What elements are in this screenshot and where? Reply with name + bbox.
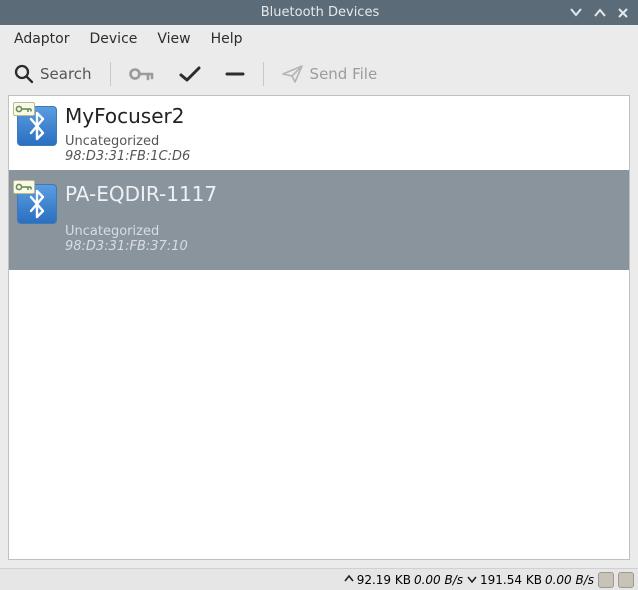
device-category: Uncategorized xyxy=(65,134,190,149)
device-name: MyFocuser2 xyxy=(65,104,190,128)
device-list[interactable]: MyFocuser2 Uncategorized 98:D3:31:FB:1C:… xyxy=(8,95,630,560)
toolbar-separator xyxy=(110,62,111,86)
download-bytes: 191.54 KB xyxy=(480,573,542,587)
paper-plane-icon xyxy=(282,64,304,84)
device-list-wrap: MyFocuser2 Uncategorized 98:D3:31:FB:1C:… xyxy=(0,95,638,568)
search-label: Search xyxy=(40,65,92,83)
menu-help[interactable]: Help xyxy=(203,29,251,49)
paired-badge-icon xyxy=(13,102,35,116)
send-file-button[interactable]: Send File xyxy=(276,60,384,88)
pair-button[interactable] xyxy=(123,61,161,87)
tray-icon[interactable] xyxy=(618,572,634,588)
menu-bar: Adaptor Device View Help xyxy=(0,25,638,53)
upload-rate: 0.00 B/s xyxy=(414,573,463,587)
status-bar: 92.19 KB 0.00 B/s 191.54 KB 0.00 B/s xyxy=(0,568,638,590)
bluetooth-device-icon xyxy=(17,184,57,224)
device-row[interactable]: MyFocuser2 Uncategorized 98:D3:31:FB:1C:… xyxy=(9,96,629,170)
close-button[interactable] xyxy=(618,8,628,18)
bluetooth-device-icon xyxy=(17,106,57,146)
minus-icon xyxy=(225,65,245,83)
menu-view[interactable]: View xyxy=(149,29,198,49)
download-rate: 0.00 B/s xyxy=(545,573,594,587)
key-icon xyxy=(129,65,155,83)
upload-icon xyxy=(344,573,354,587)
paired-badge-icon xyxy=(13,180,35,194)
search-button[interactable]: Search xyxy=(8,60,98,88)
toolbar-separator xyxy=(263,62,264,86)
download-icon xyxy=(467,573,477,587)
check-icon xyxy=(179,65,201,83)
device-name: PA-EQDIR-1117 xyxy=(65,182,217,206)
upload-bytes: 92.19 KB xyxy=(357,573,411,587)
menu-adaptor[interactable]: Adaptor xyxy=(6,29,78,49)
device-address: 98:D3:31:FB:1C:D6 xyxy=(65,149,190,164)
window-title: Bluetooth Devices xyxy=(80,5,560,20)
toolbar: Search Send File xyxy=(0,53,638,95)
tray-icon[interactable] xyxy=(598,572,614,588)
send-file-label: Send File xyxy=(310,65,378,83)
minimize-button[interactable] xyxy=(570,8,582,17)
search-icon xyxy=(14,64,34,84)
maximize-button[interactable] xyxy=(594,8,606,17)
menu-device[interactable]: Device xyxy=(82,29,146,49)
trust-button[interactable] xyxy=(173,61,207,87)
device-row[interactable]: PA-EQDIR-1117 Uncategorized 98:D3:31:FB:… xyxy=(9,170,629,270)
title-bar: Bluetooth Devices xyxy=(0,0,638,25)
device-address: 98:D3:31:FB:37:10 xyxy=(65,239,217,254)
remove-button[interactable] xyxy=(219,61,251,87)
device-category: Uncategorized xyxy=(65,224,217,239)
